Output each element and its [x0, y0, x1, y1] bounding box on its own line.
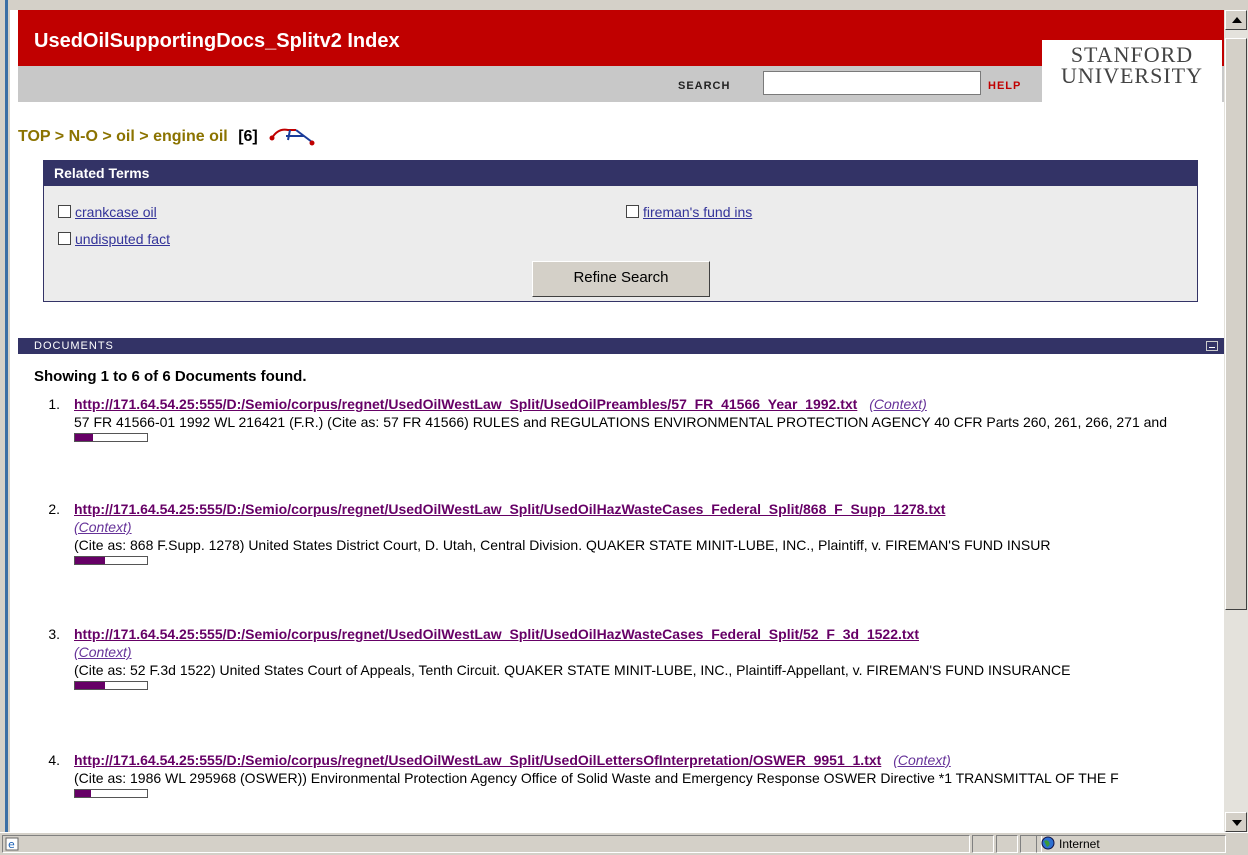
relevance-fill [75, 557, 106, 564]
relevance-bar [74, 556, 148, 565]
documents-label: DOCUMENTS [34, 340, 114, 352]
term-checkbox[interactable] [58, 205, 71, 218]
refine-search-button[interactable]: Refine Search [532, 261, 710, 297]
breadcrumb: TOP > N-O > oil > engine oil [6] [18, 126, 316, 148]
down-arrow-icon [1232, 820, 1242, 826]
vertical-scrollbar[interactable] [1224, 10, 1248, 832]
context-link[interactable]: (Context) [74, 643, 1220, 661]
related-terms-heading: Related Terms [44, 161, 1197, 186]
relevance-fill [75, 682, 106, 689]
relevance-bar [74, 789, 148, 798]
breadcrumb-current: engine oil [153, 128, 228, 146]
window-left-edge [0, 0, 10, 832]
logo-line1: STANFORD [1070, 42, 1194, 67]
document-number: 3. [48, 626, 60, 642]
search-label: SEARCH [678, 80, 731, 92]
security-zone: Internet [1036, 835, 1226, 853]
minimize-icon[interactable] [1206, 341, 1218, 351]
document-link[interactable]: http://171.64.54.25:555/D:/Semio/corpus/… [74, 501, 945, 517]
term-label[interactable]: crankcase oil [75, 204, 157, 220]
up-arrow-icon [1232, 17, 1242, 23]
help-link[interactable]: HELP [988, 80, 1021, 92]
globe-icon [1041, 836, 1055, 850]
breadcrumb-sep: > [139, 128, 149, 146]
document-item: 1. http://171.64.54.25:555/D:/Semio/corp… [34, 395, 1220, 442]
page-content: UsedOilSupportingDocs_Splitv2 Index SEAR… [10, 10, 1224, 832]
page-title: UsedOilSupportingDocs_Splitv2 Index [34, 30, 400, 52]
document-number: 2. [48, 501, 60, 517]
results-summary: Showing 1 to 6 of 6 Documents found. [34, 368, 307, 385]
document-link[interactable]: http://171.64.54.25:555/D:/Semio/corpus/… [74, 752, 881, 768]
map-view-icon[interactable] [268, 126, 316, 148]
term-checkbox[interactable] [58, 232, 71, 245]
logo-line2: UNIVERSITY [1061, 63, 1203, 88]
relevance-bar [74, 681, 148, 690]
context-link[interactable]: (Context) [893, 752, 951, 768]
context-link[interactable]: (Context) [869, 396, 927, 412]
document-snippet: (Cite as: 52 F.3d 1522) United States Co… [74, 662, 1071, 678]
status-cell [972, 835, 994, 853]
related-term-crankcase-oil[interactable]: crankcase oil [58, 204, 157, 220]
document-link[interactable]: http://171.64.54.25:555/D:/Semio/corpus/… [74, 396, 857, 412]
context-link[interactable]: (Context) [74, 518, 1220, 536]
document-item: 2. http://171.64.54.25:555/D:/Semio/corp… [34, 500, 1220, 565]
relevance-bar [74, 433, 148, 442]
related-terms-panel: Related Terms crankcase oil undisputed f… [43, 160, 1198, 302]
document-snippet: 57 FR 41566-01 1992 WL 216421 (F.R.) (Ci… [74, 414, 1167, 430]
document-number: 4. [48, 752, 60, 768]
zone-label: Internet [1059, 837, 1100, 851]
breadcrumb-sep: > [54, 128, 65, 146]
document-link[interactable]: http://171.64.54.25:555/D:/Semio/corpus/… [74, 626, 919, 642]
status-cell [996, 835, 1018, 853]
stanford-logo: STANFORD UNIVERSITY [1042, 40, 1222, 104]
scroll-up-button[interactable] [1225, 10, 1247, 30]
svg-text:e: e [8, 838, 15, 851]
document-number: 1. [48, 396, 60, 412]
breadcrumb-sep: > [102, 128, 112, 146]
documents-section-bar: DOCUMENTS [18, 338, 1224, 354]
related-term-firemans-fund[interactable]: fireman's fund ins [626, 204, 752, 220]
status-bar: e Internet [0, 832, 1248, 855]
related-term-undisputed-fact[interactable]: undisputed fact [58, 231, 170, 247]
result-count: [6] [238, 128, 258, 146]
ie-page-icon: e [5, 837, 19, 851]
breadcrumb-n-o[interactable]: N-O [69, 128, 98, 145]
term-checkbox[interactable] [626, 205, 639, 218]
search-input[interactable] [763, 71, 981, 95]
breadcrumb-oil[interactable]: oil [116, 128, 135, 145]
term-label[interactable]: undisputed fact [75, 231, 170, 247]
scroll-down-button[interactable] [1225, 812, 1247, 832]
relevance-fill [75, 434, 93, 441]
term-label[interactable]: fireman's fund ins [643, 204, 752, 220]
window-top-edge [0, 0, 1248, 10]
document-item: 4. http://171.64.54.25:555/D:/Semio/corp… [34, 751, 1220, 798]
scroll-thumb[interactable] [1225, 38, 1247, 610]
document-item: 3. http://171.64.54.25:555/D:/Semio/corp… [34, 625, 1220, 690]
document-snippet: (Cite as: 1986 WL 295968 (OSWER)) Enviro… [74, 770, 1119, 786]
status-message: e [2, 835, 970, 853]
relevance-fill [75, 790, 91, 797]
document-snippet: (Cite as: 868 F.Supp. 1278) United State… [74, 537, 1051, 553]
breadcrumb-top[interactable]: TOP [18, 128, 50, 145]
